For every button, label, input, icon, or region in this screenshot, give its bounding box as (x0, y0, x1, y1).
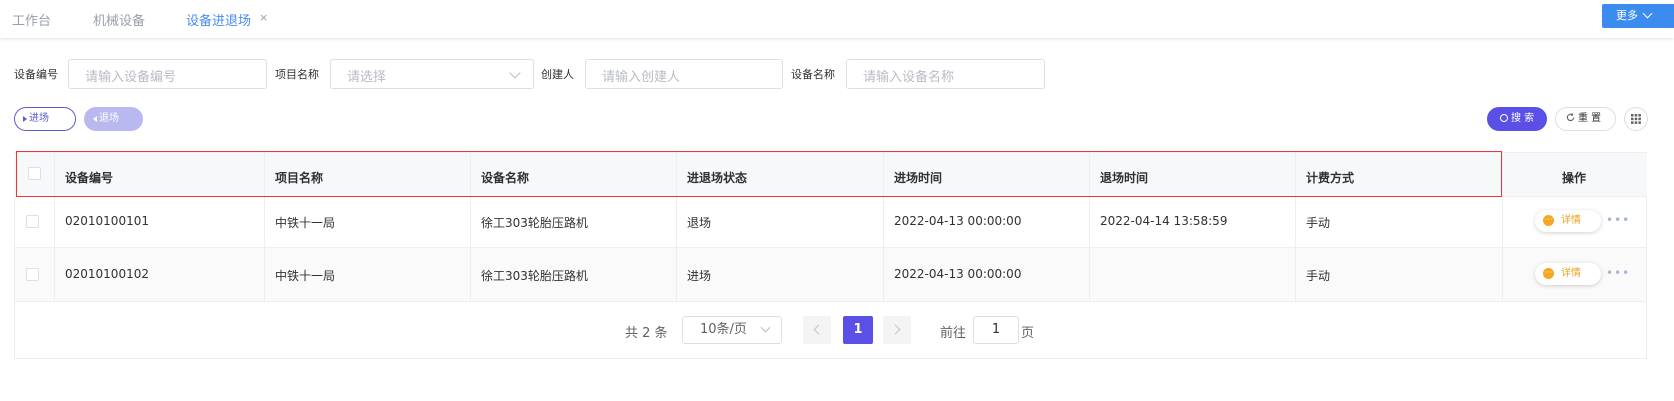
cell-device-name: 徐工303轮胎压路机 (481, 269, 588, 283)
device-name-label: 设备名称 (791, 68, 835, 81)
pagination-total: 共 2 条 (625, 326, 668, 341)
row-checkbox[interactable] (26, 268, 39, 281)
reset-label: 重 置 (1578, 113, 1602, 124)
caret-right-icon (23, 116, 27, 122)
exit-label: 退场 (99, 113, 119, 124)
cell-enter-time: 2022-04-13 00:00:00 (894, 214, 1022, 228)
row-more-icon[interactable]: ••• (1606, 266, 1630, 280)
cell-project-name: 中铁十一局 (275, 216, 336, 230)
search-label: 搜 索 (1511, 113, 1535, 124)
refresh-icon (1566, 113, 1575, 122)
caret-left-icon (93, 116, 97, 122)
exit-button[interactable]: 退场 (84, 107, 143, 131)
chevron-down-icon (1642, 8, 1653, 19)
prev-page-button[interactable] (803, 316, 831, 344)
row-checkbox[interactable] (26, 215, 39, 228)
device-name-input[interactable]: 请输入设备名称 (846, 59, 1045, 89)
row-divider (14, 301, 1647, 302)
cell-exit-time: 2022-04-14 13:58:59 (1100, 214, 1228, 228)
detail-label: 详情 (1561, 268, 1581, 279)
more-circle-icon: ··· (1543, 215, 1554, 226)
chevron-down-icon (509, 67, 521, 79)
next-page-button[interactable] (883, 316, 911, 344)
page-number-current[interactable]: 1 (843, 316, 873, 344)
cell-enter-time: 2022-04-13 00:00:00 (894, 267, 1022, 281)
cell-billing: 手动 (1306, 269, 1331, 283)
header-highlight-box (16, 151, 1502, 197)
row-more-icon[interactable]: ••• (1606, 213, 1630, 227)
creator-label: 创建人 (541, 68, 574, 81)
search-button[interactable]: 搜 索 (1487, 107, 1547, 131)
tab-bar (0, 0, 1674, 38)
cell-status: 退场 (687, 216, 712, 230)
cell-device-code: 02010100102 (65, 267, 149, 281)
device-code-placeholder: 请输入设备编号 (85, 70, 177, 85)
goto-page-input[interactable]: 1 (973, 316, 1019, 344)
device-name-placeholder: 请输入设备名称 (863, 70, 955, 85)
chevron-left-icon (813, 324, 824, 335)
grid-icon (1631, 114, 1641, 124)
more-button[interactable]: 更多 (1602, 4, 1674, 28)
more-label: 更多 (1616, 9, 1638, 22)
reset-button[interactable]: 重 置 (1555, 107, 1616, 131)
chevron-right-icon (890, 324, 901, 335)
project-select[interactable]: 请选择 (330, 59, 534, 89)
detail-label: 详情 (1561, 215, 1581, 226)
table-row-stripe (15, 248, 1646, 301)
more-circle-icon: ··· (1543, 268, 1554, 279)
tab-machinery[interactable]: 机械设备 (93, 10, 145, 29)
cell-billing: 手动 (1306, 216, 1331, 230)
detail-button[interactable]: ··· 详情 (1535, 210, 1601, 232)
device-code-input[interactable]: 请输入设备编号 (68, 59, 267, 89)
creator-input[interactable]: 请输入创建人 (585, 59, 783, 89)
col-divider (1502, 153, 1503, 301)
col-actions: 操作 (1562, 171, 1587, 185)
cell-status: 进场 (687, 269, 712, 283)
column-settings-button[interactable] (1624, 107, 1648, 131)
cell-project-name: 中铁十一局 (275, 269, 336, 283)
tab-close-icon[interactable]: × (259, 11, 268, 24)
tab-workbench[interactable]: 工作台 (12, 10, 51, 29)
row-divider (14, 247, 1647, 248)
page-size-value: 10条/页 (700, 322, 747, 337)
project-placeholder: 请选择 (347, 70, 387, 85)
enter-label: 进场 (29, 113, 49, 124)
cell-device-name: 徐工303轮胎压路机 (481, 216, 588, 230)
page-unit-label: 页 (1021, 326, 1035, 341)
creator-placeholder: 请输入创建人 (602, 70, 681, 85)
page-size-select[interactable]: 10条/页 (682, 316, 782, 344)
chevron-down-icon (760, 322, 771, 333)
enter-button[interactable]: 进场 (14, 107, 76, 131)
detail-button[interactable]: ··· 详情 (1535, 263, 1601, 285)
cell-device-code: 02010100101 (65, 214, 149, 228)
device-code-label: 设备编号 (14, 68, 58, 81)
project-name-label: 项目名称 (275, 68, 319, 81)
goto-label: 前往 (940, 326, 967, 341)
tab-device-entry-exit[interactable]: 设备进退场 (186, 10, 251, 29)
search-icon (1500, 114, 1508, 122)
